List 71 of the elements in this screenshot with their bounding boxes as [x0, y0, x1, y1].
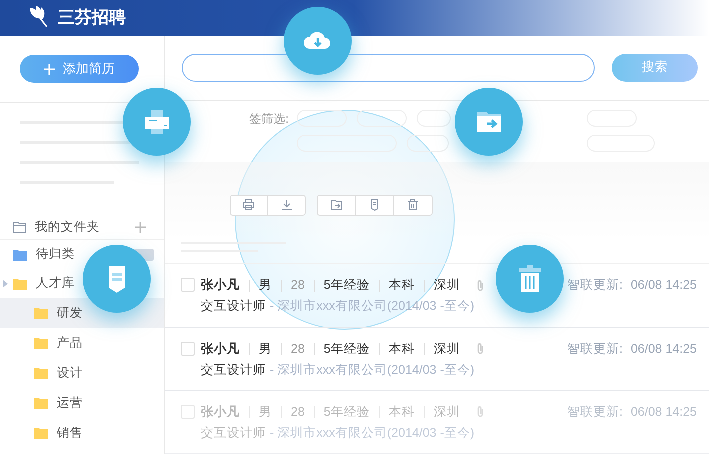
- divider: [378, 343, 380, 356]
- candidate-name[interactable]: 张小凡: [201, 277, 240, 294]
- gender-text: 男: [259, 404, 272, 421]
- add-folder-icon[interactable]: [135, 222, 146, 233]
- age-text: 28: [291, 404, 305, 421]
- folder-outline-icon: [13, 222, 26, 233]
- divider: [314, 343, 315, 356]
- printer-icon[interactable]: [123, 88, 191, 156]
- paperclip-icon[interactable]: [476, 406, 485, 418]
- section-title: 我的文件夹: [35, 219, 100, 236]
- app-title: 三芬招聘: [58, 7, 126, 30]
- divider: [281, 280, 282, 292]
- update-time: 06/08 14:25: [630, 277, 697, 294]
- folder-item[interactable]: 产品: [0, 328, 164, 358]
- age-text: 28: [291, 277, 305, 294]
- folder-icon: [34, 337, 48, 349]
- divider: [249, 343, 250, 356]
- gender-text: 男: [259, 277, 272, 294]
- trash-icon[interactable]: [496, 245, 564, 313]
- job-title: 交互设计师: [201, 362, 266, 379]
- update-time: 06/08 14:25: [630, 340, 697, 358]
- city-text: 深圳: [434, 340, 460, 358]
- tag-pill[interactable]: [357, 110, 407, 127]
- folder-icon: [34, 427, 48, 439]
- checkbox[interactable]: [181, 342, 195, 356]
- job-title: 交互设计师: [201, 424, 266, 442]
- gender-text: 男: [259, 340, 272, 358]
- search-field[interactable]: [182, 54, 595, 82]
- job-title: 交互设计师: [201, 298, 266, 316]
- folder-icon: [34, 307, 48, 319]
- candidate-name[interactable]: 张小凡: [201, 340, 240, 358]
- divider: [281, 343, 282, 356]
- city-text: 深圳: [434, 404, 460, 421]
- update-time: 06/08 14:25: [630, 404, 697, 421]
- paperclip-icon[interactable]: [476, 280, 485, 292]
- update-label: 智联更新:: [567, 277, 623, 294]
- company-text: - 深圳市xxx有限公司(2014/03 -至今): [270, 424, 475, 442]
- folder-item[interactable]: 运营: [0, 388, 164, 418]
- divider: [314, 280, 315, 292]
- education-text: 本科: [388, 277, 415, 294]
- tag-pill[interactable]: [417, 110, 451, 127]
- divider: [378, 280, 380, 292]
- update-label: 智联更新:: [567, 340, 623, 358]
- logo-icon: [28, 6, 50, 30]
- city-text: 深圳: [434, 277, 460, 294]
- folder-icon: [34, 367, 48, 379]
- folder-item[interactable]: 设计: [0, 358, 164, 388]
- paperclip-icon[interactable]: [476, 343, 485, 356]
- experience-text: 5年经验: [324, 277, 370, 294]
- folder-item[interactable]: 销售: [0, 418, 164, 448]
- tag-pill[interactable]: [297, 110, 347, 127]
- age-text: 28: [291, 340, 305, 358]
- tag-pill[interactable]: [407, 134, 449, 152]
- tag-filter-label: 签筛选:: [248, 110, 289, 128]
- checkbox[interactable]: [181, 404, 195, 419]
- divider: [424, 280, 425, 292]
- checkbox[interactable]: [181, 278, 195, 292]
- experience-text: 5年经验: [324, 340, 370, 358]
- folder-icon: [34, 397, 48, 409]
- folder-icon: [13, 278, 27, 290]
- education-text: 本科: [388, 340, 415, 358]
- candidate-row[interactable]: 张小凡 男 28 5年经验 本科 深圳 智联更新: 06/08 14:25 交互设计师 - 深圳市xxx有限公司(2014/03 -至今): [165, 328, 709, 391]
- divider: [424, 343, 425, 356]
- folder-item[interactable]: 人才库: [0, 269, 164, 298]
- divider: [249, 280, 250, 292]
- update-label: 智联更新:: [567, 404, 623, 421]
- education-text: 本科: [388, 404, 415, 421]
- folder-icon: [13, 248, 27, 260]
- experience-text: 5年经验: [324, 404, 370, 421]
- company-text: - 深圳市xxx有限公司(2014/03 -至今): [270, 362, 475, 379]
- plus-icon: [44, 64, 55, 74]
